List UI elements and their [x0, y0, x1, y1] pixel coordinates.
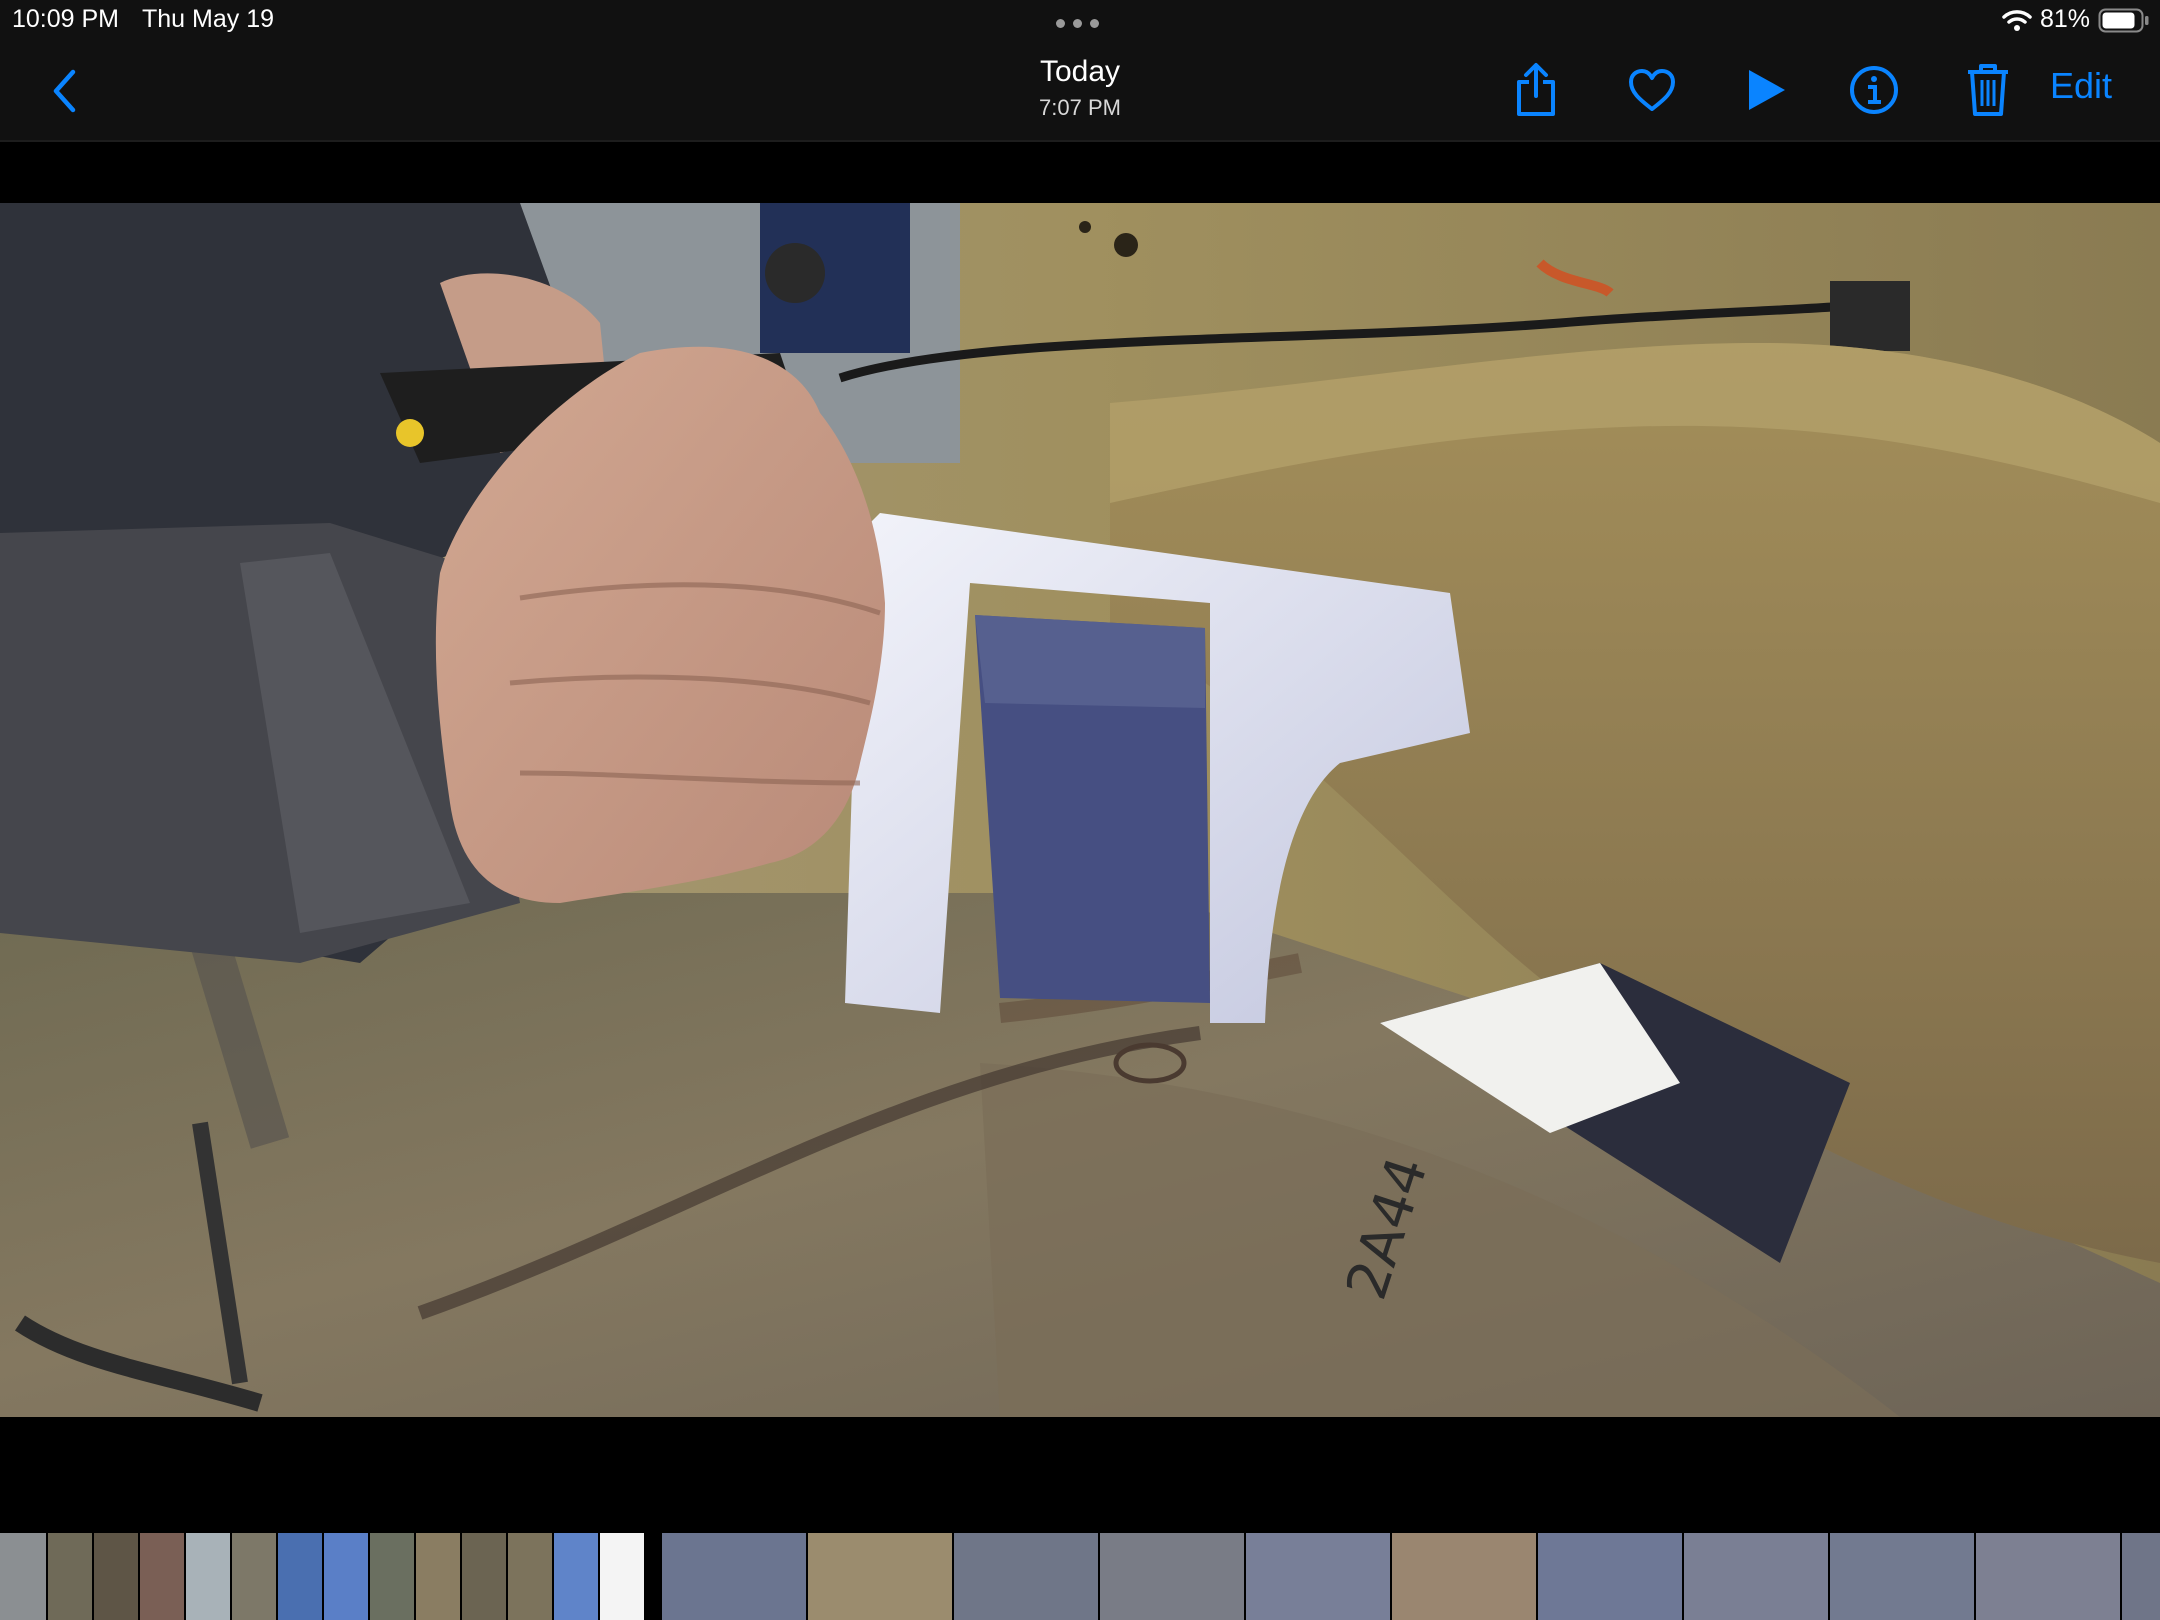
- thumbnail[interactable]: [94, 1533, 138, 1620]
- play-button[interactable]: [1734, 58, 1798, 122]
- info-button[interactable]: [1842, 58, 1906, 122]
- thumbnail[interactable]: [1100, 1533, 1244, 1620]
- thumbnail[interactable]: [232, 1533, 276, 1620]
- photo-date-title: Today: [1039, 55, 1121, 88]
- thumbnail[interactable]: [954, 1533, 1098, 1620]
- thumbnail[interactable]: [186, 1533, 230, 1620]
- thumbnail[interactable]: [1976, 1533, 2120, 1620]
- status-bar: 10:09 PM Thu May 19 81%: [0, 0, 2160, 40]
- thumbnail-current[interactable]: [600, 1533, 644, 1620]
- thumbnail[interactable]: [48, 1533, 92, 1620]
- thumbnail[interactable]: [1246, 1533, 1390, 1620]
- heart-icon: [1629, 69, 1675, 111]
- thumbnail[interactable]: [416, 1533, 460, 1620]
- play-icon: [1749, 70, 1785, 110]
- thumbnail[interactable]: [1830, 1533, 1974, 1620]
- status-time: 10:09 PM: [12, 5, 120, 33]
- photo-time-subtitle: 7:07 PM: [1039, 95, 1121, 120]
- battery-percentage: 81%: [2040, 5, 2091, 33]
- info-icon: [1850, 66, 1898, 114]
- thumbnail[interactable]: [1684, 1533, 1828, 1620]
- share-icon: [1517, 63, 1555, 116]
- thumbnail[interactable]: [808, 1533, 952, 1620]
- thumbnail[interactable]: [1392, 1533, 1536, 1620]
- thumbnail[interactable]: [140, 1533, 184, 1620]
- multitasking-dots-icon[interactable]: [1056, 19, 1099, 28]
- back-button[interactable]: [44, 64, 84, 118]
- thumbnail[interactable]: [1538, 1533, 1682, 1620]
- thumbnail[interactable]: [0, 1533, 46, 1620]
- thumbnail[interactable]: [2122, 1533, 2160, 1620]
- thumbnail-filmstrip[interactable]: [0, 1533, 2160, 1620]
- thumbnail[interactable]: [554, 1533, 598, 1620]
- share-button[interactable]: [1504, 58, 1568, 122]
- thumbnail[interactable]: [662, 1533, 806, 1620]
- favorite-button[interactable]: [1620, 58, 1684, 122]
- edit-button[interactable]: Edit: [2050, 65, 2112, 107]
- thumbnail[interactable]: [508, 1533, 552, 1620]
- navigation-bar: Today 7:07 PM Edit: [0, 40, 2160, 142]
- thumbnail[interactable]: [462, 1533, 506, 1620]
- wifi-icon: [2002, 10, 2032, 31]
- photo-viewer[interactable]: 2A44: [0, 203, 2160, 1417]
- welding-photo: 2A44: [0, 203, 2160, 1417]
- battery-icon: [2098, 8, 2149, 33]
- status-date: Thu May 19: [142, 5, 275, 33]
- thumbnail[interactable]: [370, 1533, 414, 1620]
- delete-button[interactable]: [1956, 58, 2020, 122]
- thumbnail[interactable]: [324, 1533, 368, 1620]
- chevron-left-icon: [53, 69, 76, 113]
- thumbnail[interactable]: [278, 1533, 322, 1620]
- trash-icon: [1968, 64, 2008, 116]
